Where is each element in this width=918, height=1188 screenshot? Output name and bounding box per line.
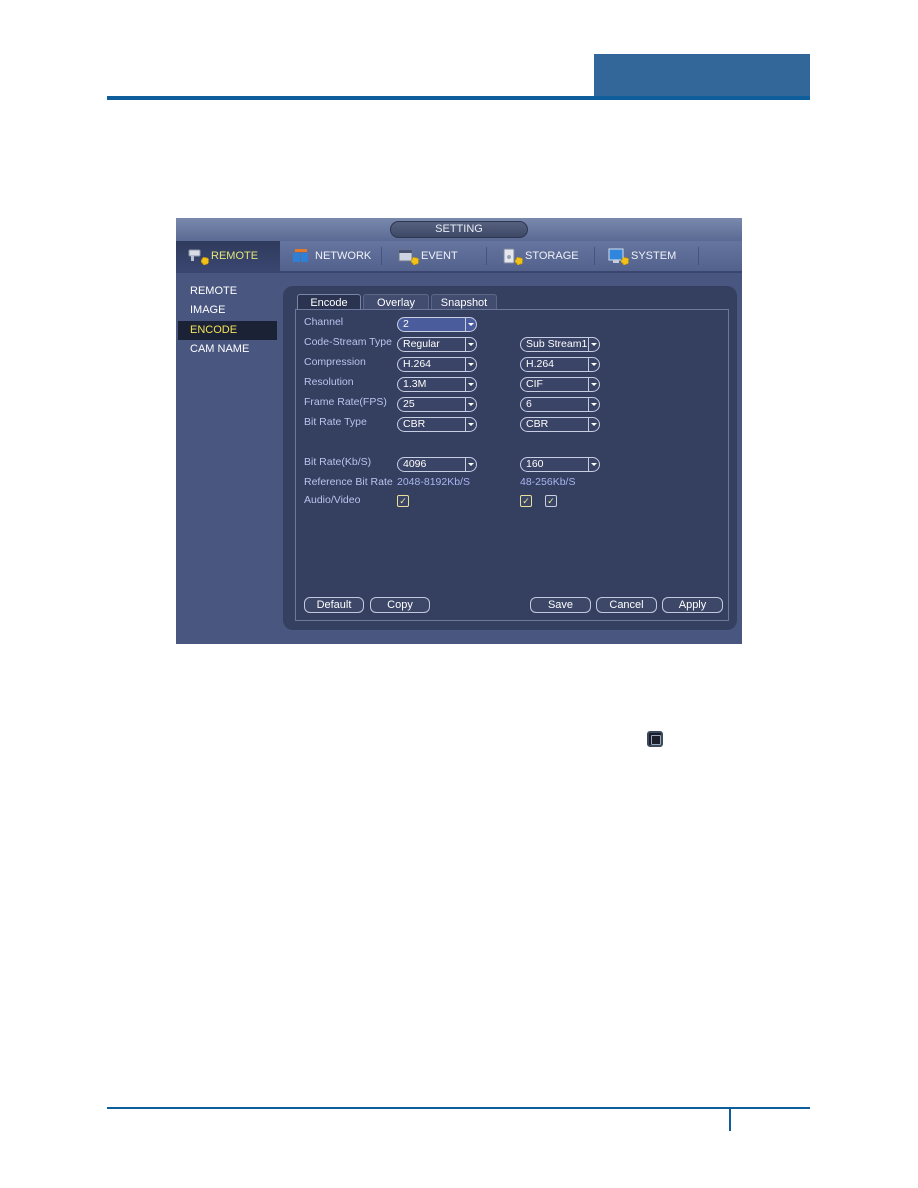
footer-rule xyxy=(107,1107,810,1109)
sub-bit-rate-select[interactable]: 160 xyxy=(520,457,600,472)
tab-separator xyxy=(381,247,382,265)
select-value: CIF xyxy=(526,378,543,390)
tab-event[interactable]: EVENT xyxy=(398,241,458,271)
window-titlebar: SETTING xyxy=(176,218,742,241)
select-value: 1.3M xyxy=(403,378,427,390)
select-value: CBR xyxy=(526,418,549,430)
footer-page-divider xyxy=(729,1108,731,1131)
chevron-down-icon[interactable] xyxy=(465,458,476,471)
audio-video-label: Audio/Video xyxy=(304,494,361,506)
main-resolution-select[interactable]: 1.3M xyxy=(397,377,477,392)
subtab-snapshot[interactable]: Snapshot xyxy=(431,294,497,310)
header-accent-block xyxy=(594,54,810,98)
channel-label: Channel xyxy=(304,316,344,328)
select-value: 160 xyxy=(526,458,544,470)
sub-reference-bit-rate: 48-256Kb/S xyxy=(520,476,576,488)
tab-separator xyxy=(486,247,487,265)
copy-button[interactable]: Copy xyxy=(370,597,430,613)
sidebar-item-image[interactable]: IMAGE xyxy=(178,301,277,320)
chevron-down-icon[interactable] xyxy=(465,418,476,431)
tab-remote[interactable]: REMOTE xyxy=(176,241,280,271)
main-frame-rate-select[interactable]: 25 xyxy=(397,397,477,412)
tab-label: SYSTEM xyxy=(631,250,677,262)
sub-bit-rate-type-select[interactable]: CBR xyxy=(520,417,600,432)
storage-icon xyxy=(502,248,523,265)
sidebar: REMOTE IMAGE ENCODE CAM NAME xyxy=(176,273,278,644)
select-value: Sub Stream1 xyxy=(526,338,588,350)
remote-camera-icon xyxy=(188,248,209,265)
subtab-encode[interactable]: Encode xyxy=(297,294,361,310)
tab-label: STORAGE xyxy=(525,250,579,262)
tab-storage[interactable]: STORAGE xyxy=(502,241,579,271)
tab-separator xyxy=(594,247,595,265)
sidebar-item-remote[interactable]: REMOTE xyxy=(178,282,277,301)
sidebar-item-encode[interactable]: ENCODE xyxy=(178,321,277,340)
frame-rate-label: Frame Rate(FPS) xyxy=(304,396,387,408)
resolution-label: Resolution xyxy=(304,376,354,388)
main-bit-rate-type-select[interactable]: CBR xyxy=(397,417,477,432)
bit-rate-label: Bit Rate(Kb/S) xyxy=(304,456,372,468)
checkbox-unchecked-icon xyxy=(647,731,663,747)
chevron-down-icon[interactable] xyxy=(588,338,599,351)
apply-button[interactable]: Apply xyxy=(662,597,723,613)
main-stream-type-select[interactable]: Regular xyxy=(397,337,477,352)
chevron-down-icon[interactable] xyxy=(465,378,476,391)
sub-compression-select[interactable]: H.264 xyxy=(520,357,600,372)
select-value: Regular xyxy=(403,338,440,350)
tab-network[interactable]: NETWORK xyxy=(292,241,371,271)
event-icon xyxy=(398,248,419,265)
select-value: 2 xyxy=(403,318,409,330)
sub-resolution-select[interactable]: CIF xyxy=(520,377,600,392)
header-rule xyxy=(107,96,810,100)
chevron-down-icon[interactable] xyxy=(588,418,599,431)
select-value: 6 xyxy=(526,398,532,410)
chevron-down-icon[interactable] xyxy=(465,318,476,331)
sub-stream-type-select[interactable]: Sub Stream1 xyxy=(520,337,600,352)
select-value: CBR xyxy=(403,418,426,430)
network-icon xyxy=(292,248,312,264)
main-bit-rate-select[interactable]: 4096 xyxy=(397,457,477,472)
chevron-down-icon[interactable] xyxy=(465,338,476,351)
encode-panel: Encode Overlay Snapshot Channel 2 Code-S… xyxy=(283,286,737,630)
chevron-down-icon[interactable] xyxy=(465,358,476,371)
bit-rate-type-label: Bit Rate Type xyxy=(304,416,367,428)
chevron-down-icon[interactable] xyxy=(465,398,476,411)
main-compression-select[interactable]: H.264 xyxy=(397,357,477,372)
compression-label: Compression xyxy=(304,356,366,368)
chevron-down-icon[interactable] xyxy=(588,458,599,471)
tab-label: REMOTE xyxy=(211,250,259,262)
tab-label: EVENT xyxy=(421,250,458,262)
tab-separator xyxy=(698,247,699,265)
system-icon xyxy=(608,248,629,265)
select-value: 4096 xyxy=(403,458,427,470)
top-navigation: REMOTE NETWORK EVENT STORAGE SYSTEM xyxy=(176,241,742,273)
save-button[interactable]: Save xyxy=(530,597,591,613)
subtab-overlay[interactable]: Overlay xyxy=(363,294,429,310)
select-value: 25 xyxy=(403,398,415,410)
select-value: H.264 xyxy=(403,358,432,370)
channel-select[interactable]: 2 xyxy=(397,317,477,332)
chevron-down-icon[interactable] xyxy=(588,378,599,391)
cancel-button[interactable]: Cancel xyxy=(596,597,657,613)
encode-form: Channel 2 Code-Stream Type Regular Sub S… xyxy=(295,309,729,621)
dvr-settings-window: SETTING REMOTE NETWORK EVENT STORAGE SYS… xyxy=(176,218,742,644)
tab-label: NETWORK xyxy=(315,250,372,262)
select-value: H.264 xyxy=(526,358,555,370)
reference-bit-rate-label: Reference Bit Rate xyxy=(304,476,393,488)
chevron-down-icon[interactable] xyxy=(588,358,599,371)
sub-audio-checkbox[interactable]: ✓ xyxy=(545,495,557,507)
chevron-down-icon[interactable] xyxy=(588,398,599,411)
window-title: SETTING xyxy=(390,221,528,238)
main-audio-video-checkbox[interactable]: ✓ xyxy=(397,495,409,507)
sub-video-checkbox[interactable]: ✓ xyxy=(520,495,532,507)
default-button[interactable]: Default xyxy=(304,597,364,613)
sub-frame-rate-select[interactable]: 6 xyxy=(520,397,600,412)
tab-system[interactable]: SYSTEM xyxy=(608,241,676,271)
sidebar-item-cam-name[interactable]: CAM NAME xyxy=(178,340,277,359)
code-stream-type-label: Code-Stream Type xyxy=(304,336,392,348)
main-reference-bit-rate: 2048-8192Kb/S xyxy=(397,476,470,488)
